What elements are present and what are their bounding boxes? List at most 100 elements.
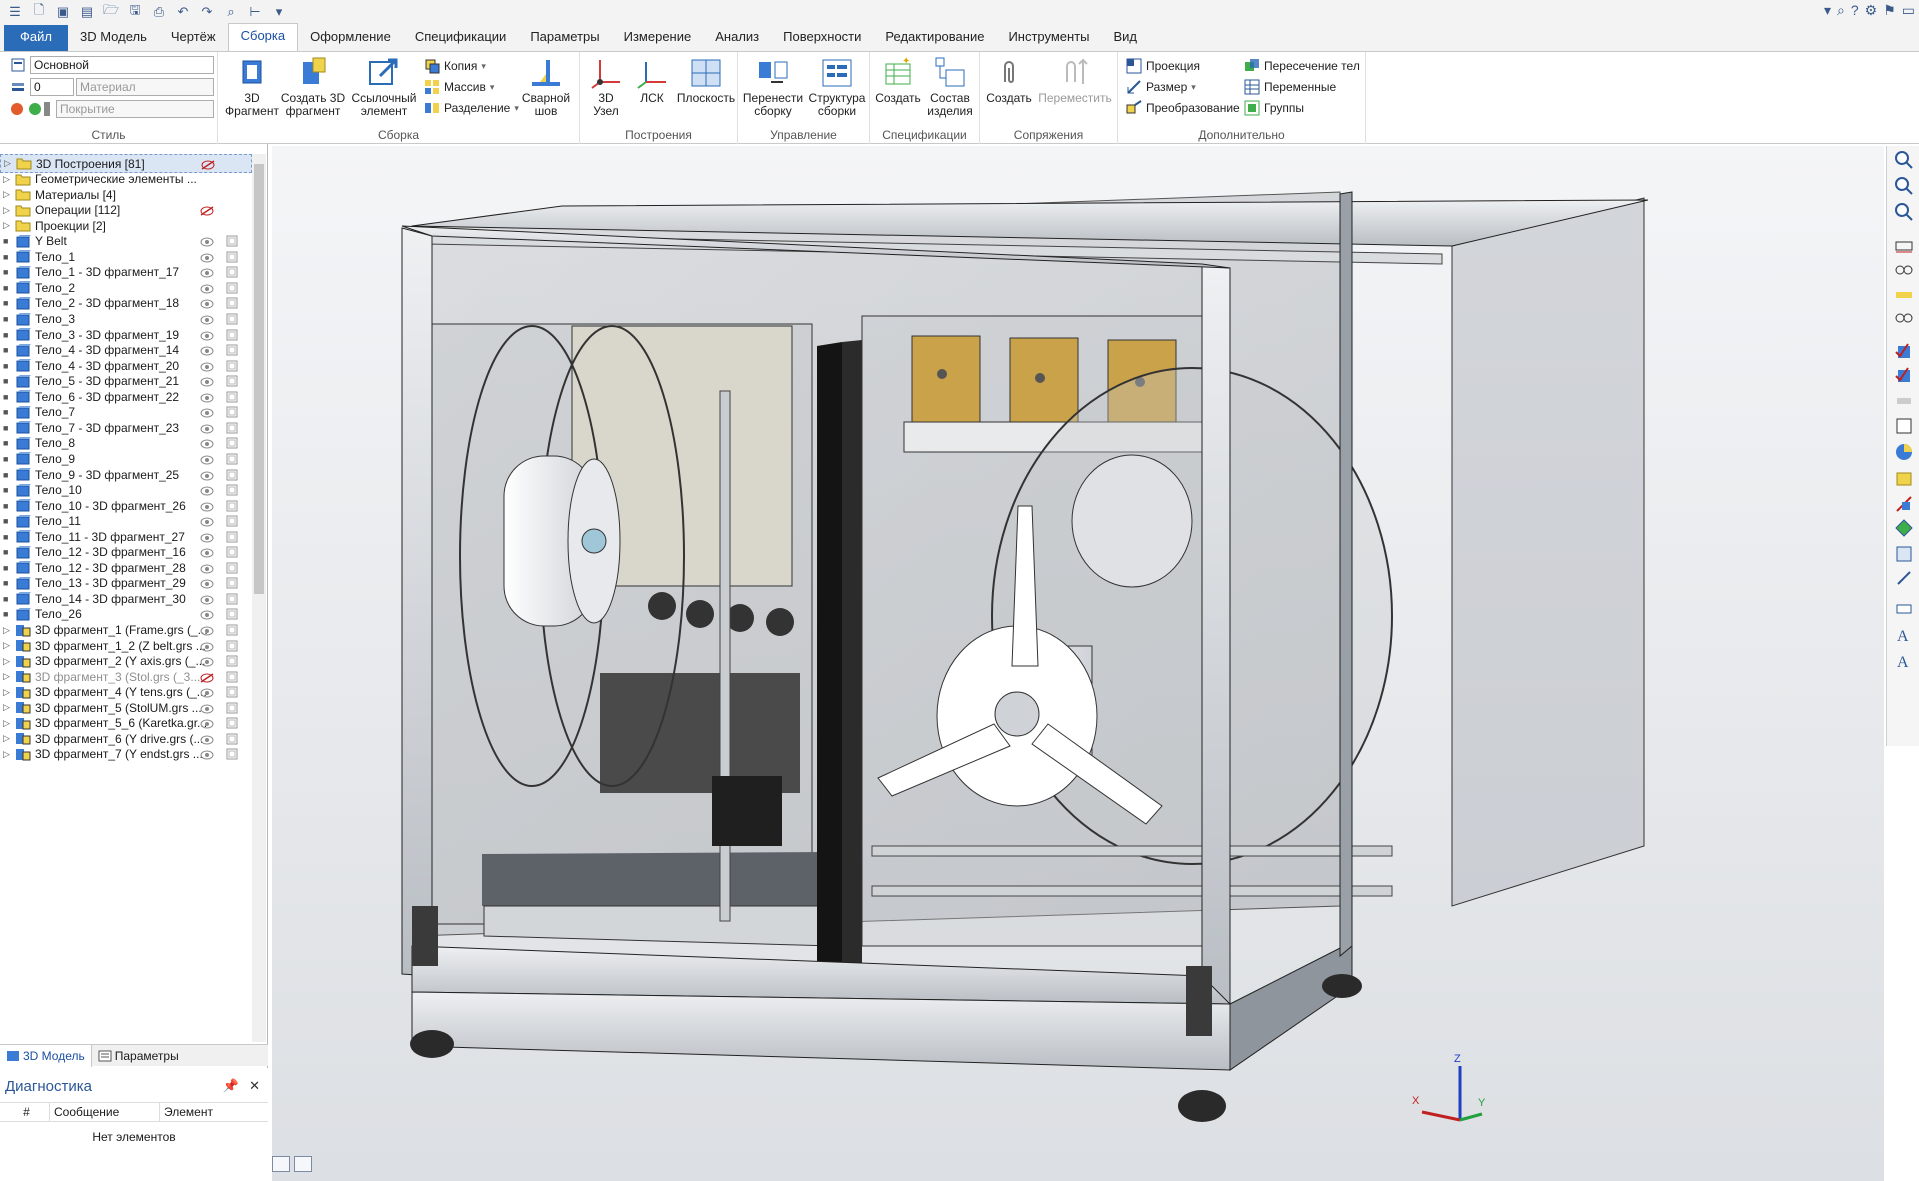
document-icon[interactable] — [226, 375, 238, 387]
document-icon[interactable] — [226, 235, 238, 247]
visibility-icon[interactable] — [200, 672, 214, 683]
undo-icon[interactable]: ↶ — [172, 2, 194, 22]
document-icon[interactable] — [226, 360, 238, 372]
visibility-icon[interactable] — [200, 718, 214, 729]
visibility-icon[interactable] — [200, 314, 214, 325]
visibility-icon[interactable] — [200, 438, 214, 449]
create-fragment-button[interactable]: Создать 3D фрагмент — [280, 56, 346, 118]
expand-icon[interactable]: ■ — [3, 330, 13, 340]
visibility-icon[interactable] — [200, 501, 214, 512]
glasses-alt-icon[interactable] — [1894, 308, 1914, 328]
menu-tab-8[interactable]: Анализ — [703, 25, 771, 51]
zoom-all-icon[interactable] — [1894, 202, 1914, 222]
diamond-icon[interactable] — [1894, 518, 1914, 538]
visibility-icon[interactable] — [200, 656, 214, 667]
visibility-icon[interactable] — [200, 407, 214, 418]
expand-icon[interactable]: ■ — [3, 252, 13, 262]
redo-icon[interactable]: ↷ — [196, 2, 218, 22]
expand-icon[interactable]: ▷ — [3, 656, 13, 667]
visibility-icon[interactable] — [200, 734, 214, 745]
visibility-icon[interactable] — [200, 267, 214, 278]
eraser-icon[interactable] — [1894, 390, 1914, 410]
highlight-icon[interactable] — [1894, 284, 1914, 304]
expand-icon[interactable]: ■ — [3, 407, 13, 417]
visibility-icon[interactable] — [200, 376, 214, 387]
intersection-button[interactable]: Пересечение тел — [1244, 58, 1360, 74]
section-icon[interactable] — [1894, 544, 1914, 564]
zoom-window-icon[interactable] — [1894, 150, 1914, 170]
move-assembly-button[interactable]: Перенести сборку — [742, 56, 804, 118]
menu-tab-6[interactable]: Параметры — [518, 25, 611, 51]
search-doc-icon[interactable]: ⌕ — [220, 2, 242, 22]
document-icon[interactable] — [226, 500, 238, 512]
visibility-icon[interactable] — [200, 236, 214, 247]
expand-icon[interactable]: ▷ — [3, 702, 13, 713]
projection-button[interactable]: Проекция — [1126, 58, 1200, 74]
expand-icon[interactable]: ■ — [3, 454, 13, 464]
view-orientation-icon[interactable] — [1894, 342, 1914, 362]
expand-icon[interactable]: ■ — [3, 501, 13, 511]
visibility-icon[interactable] — [200, 516, 214, 527]
visibility-icon[interactable] — [200, 470, 214, 480]
menu-tab-9[interactable]: Поверхности — [771, 25, 873, 51]
document-icon[interactable] — [226, 282, 238, 294]
document-icon[interactable] — [226, 422, 238, 434]
visibility-icon[interactable] — [200, 532, 214, 543]
document-icon[interactable] — [226, 608, 238, 620]
expand-icon[interactable]: ■ — [3, 236, 13, 246]
expand-icon[interactable]: ■ — [3, 485, 13, 495]
printer-model[interactable]: Z X Y — [272, 146, 1884, 1181]
visibility-icon[interactable] — [200, 283, 214, 294]
visibility-icon[interactable] — [200, 298, 214, 309]
col-element[interactable]: Элемент — [160, 1102, 268, 1122]
expand-icon[interactable]: ■ — [3, 392, 13, 402]
zoom-icon[interactable] — [1894, 176, 1914, 196]
copy-button[interactable]: Копия ▾ — [424, 58, 486, 74]
coating-combo[interactable]: Покрытие — [56, 100, 214, 118]
tools-icon[interactable] — [1894, 494, 1914, 514]
document-icon[interactable] — [226, 562, 238, 574]
folder-icon[interactable] — [1894, 468, 1914, 488]
visibility-icon[interactable] — [200, 563, 214, 574]
expand-icon[interactable]: ■ — [3, 594, 13, 604]
visibility-icon[interactable] — [200, 641, 214, 652]
visibility-icon[interactable] — [200, 703, 214, 714]
plane-button[interactable]: Плоскость — [676, 56, 736, 105]
window-icon[interactable]: ▤ — [76, 2, 98, 22]
menu-tab-3[interactable]: Сборка — [227, 23, 299, 51]
document-icon[interactable] — [226, 624, 238, 636]
spec-create-button[interactable]: ✦ Создать — [874, 56, 922, 105]
pin-icon[interactable]: 📌 — [223, 1078, 239, 1094]
expand-icon[interactable]: ■ — [3, 298, 13, 308]
col-number[interactable]: # — [0, 1102, 50, 1122]
expand-icon[interactable]: ■ — [3, 314, 13, 324]
search-help-icon[interactable]: ⌕ — [1837, 2, 1845, 19]
visibility-icon[interactable] — [200, 749, 214, 760]
split-button[interactable]: Разделение ▾ — [424, 100, 519, 116]
expand-icon[interactable]: ■ — [3, 283, 13, 293]
measure-icon[interactable]: ⊢ — [244, 2, 266, 22]
expand-icon[interactable]: ■ — [3, 267, 13, 277]
document-icon[interactable] — [226, 437, 238, 449]
document-icon[interactable] — [226, 297, 238, 309]
document-icon[interactable] — [226, 671, 238, 683]
help-icon[interactable]: ? — [1851, 2, 1859, 19]
menu-tab-0[interactable]: Файл — [4, 25, 68, 51]
mate-move-button[interactable]: Переместить — [1036, 56, 1114, 105]
document-icon[interactable] — [226, 391, 238, 403]
open-3d-icon[interactable]: ▣ — [52, 2, 74, 22]
document-icon[interactable] — [226, 329, 238, 341]
expand-icon[interactable]: ▷ — [3, 174, 13, 185]
document-icon[interactable] — [226, 531, 238, 543]
menu-tab-4[interactable]: Оформление — [298, 25, 403, 51]
visibility-icon[interactable] — [200, 392, 214, 403]
edit-icon[interactable] — [1894, 568, 1914, 588]
menu-tab-1[interactable]: 3D Модель — [68, 25, 159, 51]
groups-button[interactable]: Группы — [1244, 100, 1304, 116]
printer-icon[interactable] — [1894, 598, 1914, 618]
document-icon[interactable] — [226, 251, 238, 263]
document-icon[interactable] — [226, 640, 238, 652]
layer-combo[interactable]: 0 — [30, 78, 74, 96]
expand-icon[interactable]: ▷ — [3, 671, 13, 682]
tree-scrollbar-thumb[interactable] — [254, 164, 264, 594]
